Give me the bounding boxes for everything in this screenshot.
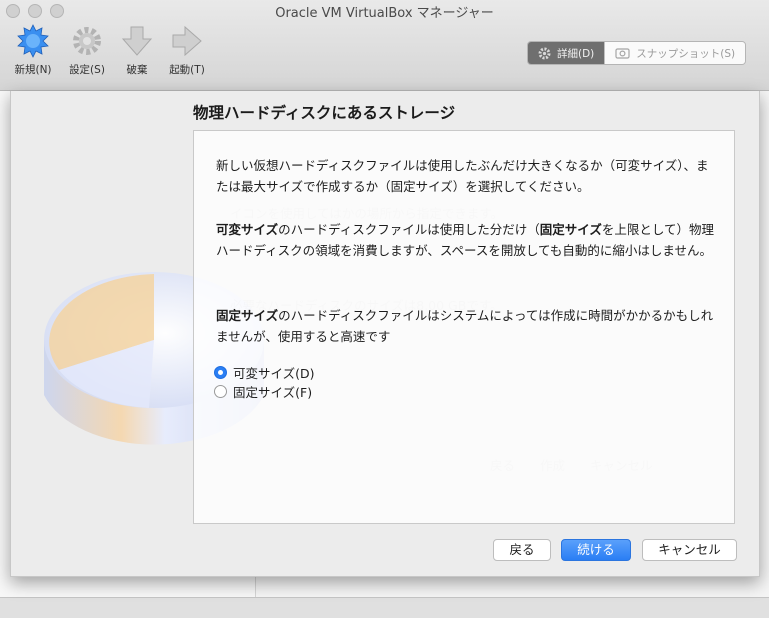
settings-button[interactable]: 設定(S) — [64, 24, 110, 77]
status-bar — [0, 597, 769, 618]
continue-button[interactable]: 続ける — [561, 539, 631, 561]
fixed-size-paragraph: 固定サイズのハードディスクファイルはシステムによっては作成に時間がかかるかもしれ… — [216, 305, 716, 347]
new-starburst-icon — [17, 24, 49, 58]
fixed-size-term: 固定サイズ — [539, 222, 602, 237]
fixed-size-text: のハードディスクファイルはシステムによっては作成に時間がかかるかもしれませんが、… — [216, 308, 714, 344]
storage-type-radio-group: 可変サイズ(D) 固定サイズ(F) — [214, 363, 315, 401]
settings-label: 設定(S) — [69, 64, 105, 76]
intro-paragraph: 新しい仮想ハードディスクファイルは使用したぶんだけ大きくなるか（可変サイズ）、ま… — [216, 158, 709, 194]
start-button[interactable]: 起動(T) — [164, 24, 210, 77]
discard-label: 破棄 — [126, 64, 148, 76]
fixed-size-radio[interactable]: 固定サイズ(F) — [214, 382, 315, 401]
dialog-heading: 物理ハードディスクにあるストレージ — [193, 104, 456, 122]
fixed-size-term: 固定サイズ — [216, 308, 279, 323]
snapshots-tab-label: スナップショット(S) — [636, 47, 736, 60]
down-arrow-icon — [121, 26, 153, 56]
cancel-button[interactable]: キャンセル — [642, 539, 737, 561]
start-label: 起動(T) — [169, 64, 205, 76]
dynamic-size-radio[interactable]: 可変サイズ(D) — [214, 363, 315, 382]
view-toggle: 詳細(D) スナップショット(S) — [527, 41, 747, 65]
back-button[interactable]: 戻る — [493, 539, 551, 561]
radio-unselected-indicator[interactable] — [214, 385, 227, 398]
dynamic-size-paragraph: 可変サイズのハードディスクファイルは使用した分だけ（固定サイズを上限として）物理… — [216, 219, 716, 261]
camera-icon — [615, 48, 630, 59]
fixed-size-radio-label[interactable]: 固定サイズ(F) — [233, 382, 312, 401]
discard-button[interactable]: 破棄 — [114, 24, 160, 77]
dynamic-size-term: 可変サイズ — [216, 222, 279, 237]
new-button[interactable]: 新規(N) — [10, 24, 56, 77]
gear-icon — [73, 27, 101, 55]
snapshots-tab[interactable]: スナップショット(S) — [604, 42, 746, 64]
dynamic-size-radio-label[interactable]: 可変サイズ(D) — [233, 363, 315, 382]
details-tab[interactable]: 詳細(D) — [528, 42, 605, 64]
right-arrow-icon — [172, 25, 202, 57]
gear-icon — [538, 47, 551, 59]
radio-selected-indicator[interactable] — [214, 366, 227, 379]
dynamic-size-text-a: のハードディスクファイルは使用した分だけ（ — [278, 222, 540, 237]
window-title: Oracle VM VirtualBox マネージャー — [275, 6, 494, 21]
dialog-content-panel: 新しい仮想ハードディスクファイルは使用したぶんだけ大きくなるか（可変サイズ）、ま… — [193, 130, 735, 524]
details-tab-label: 詳細(D) — [557, 47, 595, 60]
new-label: 新規(N) — [14, 64, 52, 76]
title-bar: Oracle VM VirtualBox マネージャー 新規(N) 設定(S) … — [0, 0, 769, 91]
